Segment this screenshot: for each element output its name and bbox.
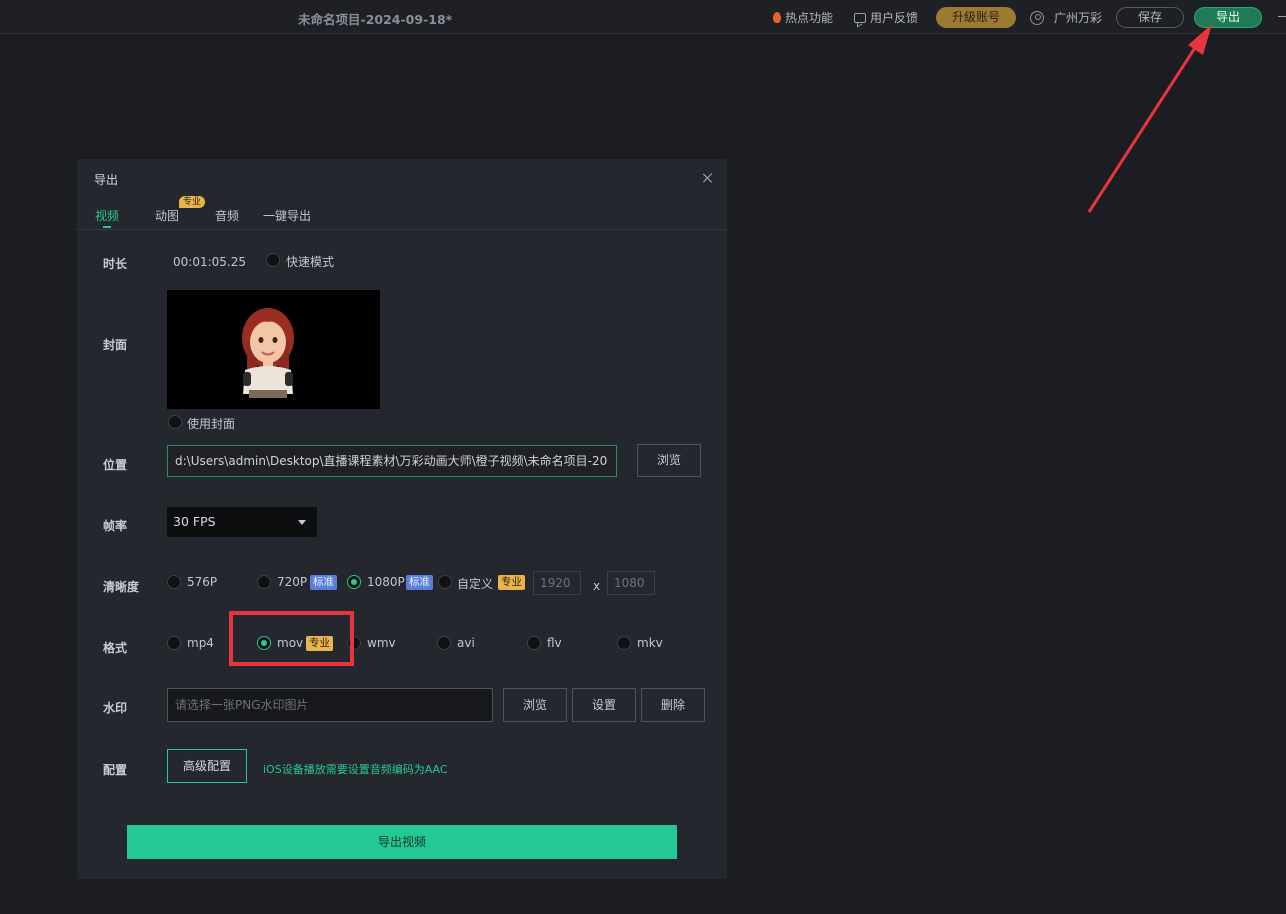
upgrade-account-button[interactable]: 升级账号 [936,7,1016,28]
cover-label: 封面 [103,338,128,352]
duration-value: 00:01:05.25 [173,255,246,269]
export-path-input[interactable]: d:\Users\admin\Desktop\直播课程素材\万彩动画大师\橙子视… [167,445,617,477]
export-dialog: 导出 视频 动图 音频 一键导出 专业 时长 00:01:05.25 快速模式 … [77,159,727,879]
fast-mode-radio[interactable] [266,253,280,267]
standard-badge: 标准 [406,575,433,590]
username: 广州万彩 [1054,11,1103,25]
browse-path-button[interactable]: 浏览 [637,444,701,477]
framerate-value: 30 FPS [173,514,216,529]
active-tab-indicator [103,226,111,228]
resolution-720p-label: 720P [277,575,308,589]
export-video-button[interactable]: 导出视频 [127,825,677,859]
format-avi-radio[interactable] [437,636,451,650]
framerate-select[interactable]: 30 FPS [167,507,317,537]
dimension-separator: x [593,579,601,593]
fire-icon [773,12,781,23]
tab-gif[interactable]: 动图 [155,207,179,224]
ios-tip-text: iOS设备播放需要设置音频编码为AAC [263,763,448,776]
dialog-title: 导出 [94,173,119,187]
export-tabs: 视频 动图 音频 一键导出 [77,199,727,230]
project-title: 未命名项目-2024-09-18* [298,12,453,27]
fast-mode-label: 快速模式 [286,255,335,269]
minus-icon[interactable] [1278,16,1286,17]
chat-icon [854,12,866,23]
advanced-config-button[interactable]: 高级配置 [167,749,247,783]
watermark-delete-button[interactable]: 删除 [641,688,705,722]
format-label: 格式 [103,641,128,655]
user-icon [1030,10,1044,25]
feedback-label: 用户反馈 [870,11,919,25]
tab-one-click-export[interactable]: 一键导出 [263,207,311,224]
format-mp4-radio[interactable] [167,636,181,650]
format-wmv-label: wmv [367,636,396,650]
format-flv-label: flv [547,636,562,650]
format-mp4-label: mp4 [187,636,214,650]
avatar-character-image [242,308,294,398]
watermark-input[interactable]: 请选择一张PNG水印图片 [167,688,493,722]
watermark-settings-button[interactable]: 设置 [572,688,636,722]
standard-badge: 标准 [310,575,337,590]
close-icon[interactable] [701,171,715,185]
tab-video[interactable]: 视频 [95,207,119,224]
config-label: 配置 [103,763,128,777]
hot-features-link[interactable]: 热点功能 [773,9,833,26]
pro-badge: 专业 [498,575,525,590]
resolution-custom-label: 自定义 [457,577,494,591]
format-mkv-label: mkv [637,636,663,650]
title-bar: 未命名项目-2024-09-18* 热点功能 用户反馈 升级账号 广州万彩 保存… [0,0,1286,34]
resolution-label: 清晰度 [103,580,140,594]
format-mkv-radio[interactable] [617,636,631,650]
resolution-720p-radio[interactable] [257,575,271,589]
custom-height-input[interactable]: 1080 [607,571,655,595]
use-cover-radio[interactable] [168,415,182,429]
chevron-down-icon [298,520,306,525]
resolution-576p-radio[interactable] [167,575,181,589]
custom-width-input[interactable]: 1920 [533,571,581,595]
resolution-custom-radio[interactable] [438,575,452,589]
cover-preview[interactable] [167,290,380,409]
watermark-browse-button[interactable]: 浏览 [503,688,567,722]
duration-label: 时长 [103,257,128,271]
use-cover-label: 使用封面 [187,417,236,431]
framerate-label: 帧率 [103,519,128,533]
resolution-1080p-label: 1080P [367,575,405,589]
save-button[interactable]: 保存 [1116,7,1184,28]
annotation-highlight-box [229,611,354,666]
feedback-link[interactable]: 用户反馈 [854,9,918,26]
watermark-label: 水印 [103,701,128,715]
export-button[interactable]: 导出 [1194,7,1262,28]
format-flv-radio[interactable] [527,636,541,650]
pro-badge: 专业 [179,196,206,208]
format-avi-label: avi [457,636,475,650]
resolution-576p-label: 576P [187,575,218,589]
tab-audio[interactable]: 音频 [215,207,239,224]
hot-features-label: 热点功能 [785,11,834,25]
location-label: 位置 [103,458,128,472]
user-account[interactable]: 广州万彩 [1030,9,1102,26]
resolution-1080p-radio[interactable] [347,575,361,589]
